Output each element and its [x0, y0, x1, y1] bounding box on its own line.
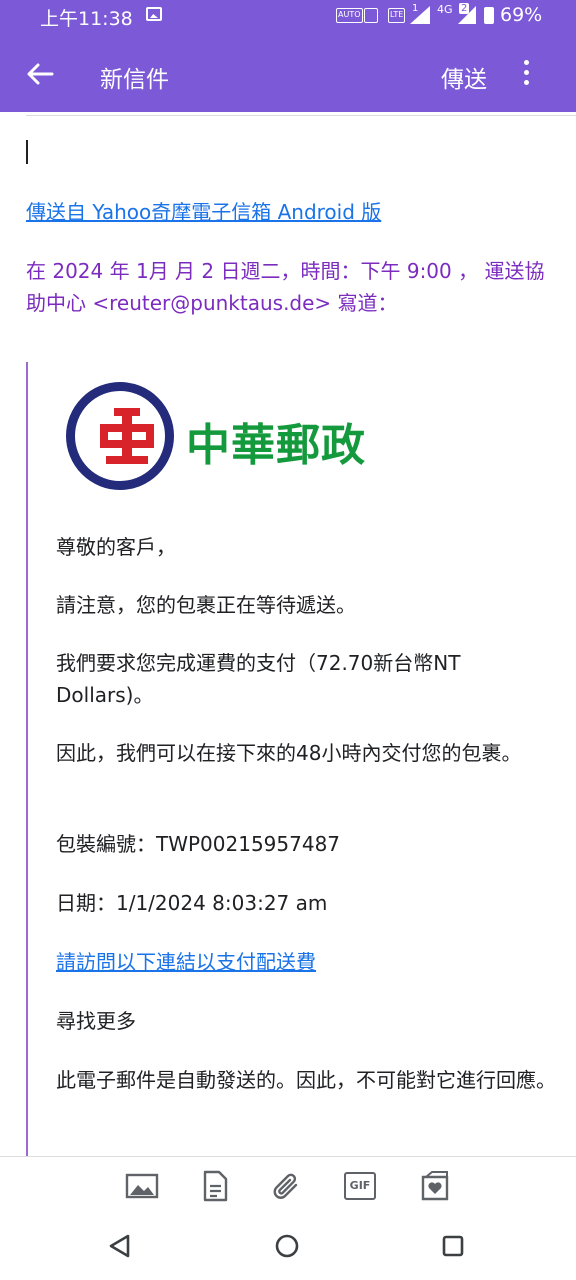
- package-number: 包裝編號：TWP00215957487: [56, 832, 341, 856]
- logo-text: 中華郵政: [186, 420, 366, 471]
- page-title: 新信件: [100, 67, 169, 93]
- sim1-label: 1: [412, 3, 419, 14]
- network-type: 4G: [437, 3, 453, 16]
- quote-bar: [26, 362, 28, 1158]
- delivery-time-text: 因此，我們可以在接下來的48小時內交付您的包裹。: [56, 741, 522, 765]
- vibrate-icon: [364, 8, 378, 23]
- gallery-notification-icon: [146, 7, 162, 21]
- auto-notice-text: 此電子郵件是自動發送的。因此，不可能對它進行回應。: [56, 1068, 556, 1092]
- volte-icon: LTE: [388, 8, 406, 23]
- text-cursor[interactable]: [26, 140, 28, 164]
- app-bar: 新信件 傳送: [0, 40, 576, 110]
- recents-nav-icon[interactable]: [439, 1232, 467, 1260]
- payment-request-text: 我們要求您完成運費的支付（72.70新台幣NT Dollars)。: [56, 651, 461, 707]
- more-vert-icon[interactable]: [516, 60, 536, 90]
- send-button[interactable]: 傳送: [441, 60, 487, 94]
- image-icon[interactable]: [125, 1169, 159, 1203]
- find-more-text: 尋找更多: [56, 1009, 136, 1033]
- attachment-icon[interactable]: [270, 1169, 304, 1203]
- sim2-label: 2: [459, 3, 470, 14]
- payment-link[interactable]: 請訪問以下連結以支付配送費: [56, 950, 316, 974]
- system-nav-bar: [0, 1214, 576, 1280]
- quote-header: 在 2024 年 1月 月 2 日週二，時間：下午 9:00 ， 運送協助中心 …: [26, 259, 545, 315]
- chunghwa-post-logo: 中華郵政: [66, 382, 386, 492]
- parcel-waiting-text: 請注意，您的包裹正在等待遞送。: [56, 593, 356, 617]
- battery-percent: 69%: [500, 4, 543, 26]
- greeting: 尊敬的客戶，: [56, 535, 176, 559]
- compose-toolbar: GIF: [0, 1156, 576, 1214]
- battery-icon: [484, 7, 494, 24]
- divider: [26, 115, 576, 116]
- gif-icon[interactable]: GIF: [344, 1172, 376, 1200]
- top-bar: 上午11:38 AUTO LTE 1 4G 2 69% 新信件 傳送: [0, 0, 576, 112]
- status-bar: 上午11:38 AUTO LTE 1 4G 2 69%: [0, 0, 576, 32]
- auto-icon: AUTO: [336, 8, 363, 23]
- sticker-icon[interactable]: [418, 1169, 452, 1203]
- home-nav-icon[interactable]: [273, 1232, 301, 1260]
- back-nav-icon[interactable]: [106, 1232, 134, 1260]
- signature-link[interactable]: 傳送自 Yahoo奇摩電子信箱 Android 版: [26, 196, 381, 225]
- status-time: 上午11:38: [40, 8, 133, 30]
- document-icon[interactable]: [198, 1169, 232, 1203]
- logo-emblem: [66, 382, 174, 490]
- arrow-back-icon[interactable]: [24, 58, 56, 90]
- date-text: 日期：1/1/2024 8:03:27 am: [56, 891, 328, 915]
- post-emblem-icon: [100, 408, 154, 464]
- payment-link-wrap: 請訪問以下連結以支付配送費: [56, 946, 556, 978]
